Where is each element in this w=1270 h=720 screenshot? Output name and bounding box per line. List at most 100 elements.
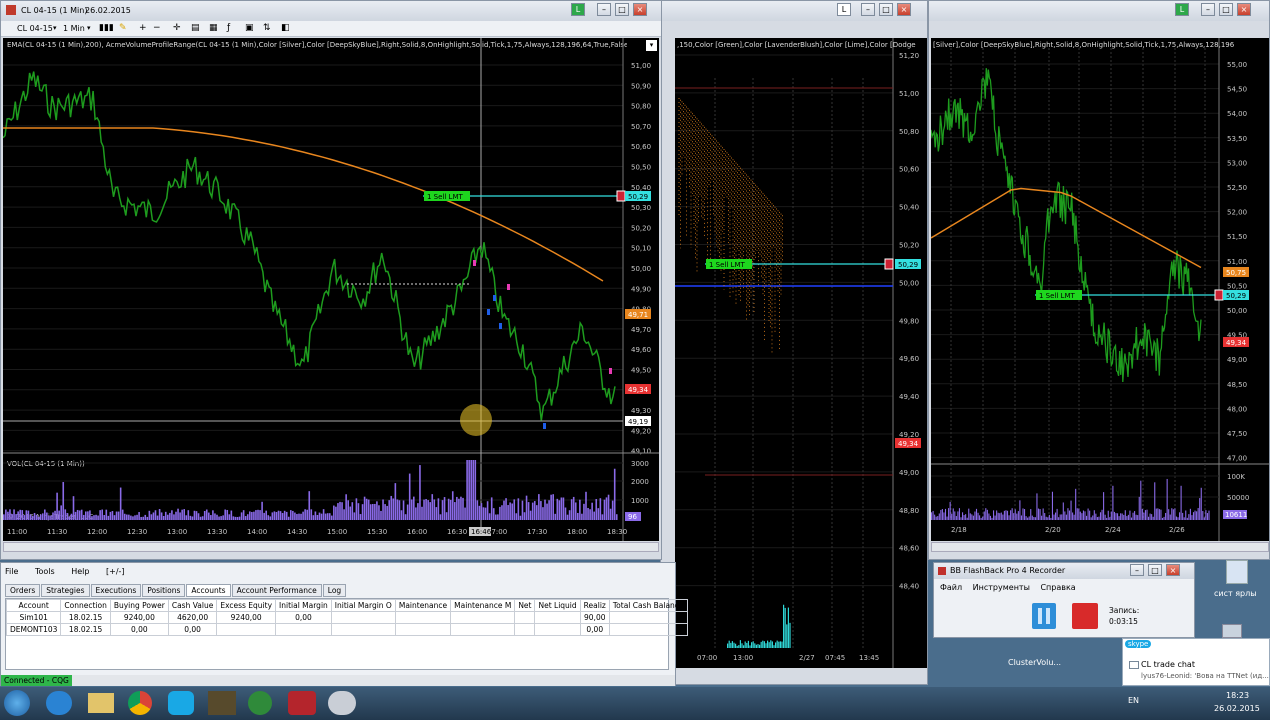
menu-toggle[interactable]: [+/-]: [106, 567, 125, 576]
language-indicator[interactable]: EN: [1128, 696, 1139, 705]
volume-bar: [365, 498, 368, 520]
volume-bar: [583, 503, 585, 520]
data-box-icon[interactable]: ▦: [209, 23, 218, 33]
chart3-scrollbar[interactable]: [931, 542, 1269, 552]
instrument-selector[interactable]: CL 04-15: [17, 24, 53, 33]
chart3-minimize-button[interactable]: –: [1201, 3, 1215, 16]
price-tag-label: 49,34: [898, 440, 919, 448]
chart-trader-icon[interactable]: ⇅: [263, 23, 271, 33]
chart2-maximize-button[interactable]: □: [879, 3, 893, 16]
volume-bar: [517, 498, 520, 520]
recorder-minimize-button[interactable]: –: [1130, 564, 1144, 576]
tab-positions[interactable]: Positions: [142, 584, 186, 597]
tab-account-performance[interactable]: Account Performance: [231, 584, 322, 597]
ninjatrader-icon[interactable]: [288, 691, 316, 715]
column-header[interactable]: Total Cash Balance: [608, 599, 688, 612]
zoom-out-icon[interactable]: −: [153, 23, 161, 33]
snapshot-icon[interactable]: ◧: [281, 23, 290, 33]
properties-icon[interactable]: ▤: [191, 23, 200, 33]
column-header[interactable]: Initial Margin: [275, 599, 332, 612]
volume-tag-label: 96: [628, 513, 637, 521]
table-row[interactable]: Sim101 18.02.15 9240,00 4620,00 9240,00 0,00 9…: [5, 611, 688, 624]
tab-accounts[interactable]: Accounts: [186, 584, 231, 597]
volume-bar: [384, 504, 386, 520]
tab-executions[interactable]: Executions: [90, 584, 142, 597]
menu-help[interactable]: Help: [71, 567, 89, 576]
column-header[interactable]: Buying Power: [109, 599, 169, 612]
column-header[interactable]: Cash Value: [167, 599, 218, 612]
chart1-menu-dropdown-icon[interactable]: ▾: [646, 40, 657, 51]
chart2-close-button[interactable]: ×: [897, 3, 911, 16]
tab-orders[interactable]: Orders: [5, 584, 41, 597]
chart1-scrollbar[interactable]: [3, 542, 659, 552]
skype-taskbar-icon[interactable]: [168, 691, 194, 715]
time-tick-label: 11:00: [7, 528, 27, 536]
volume-bar: [29, 514, 32, 520]
volume-bar: [454, 502, 456, 520]
recorder-menu-help[interactable]: Справка: [1040, 583, 1075, 592]
chart1-minimize-button[interactable]: –: [597, 3, 611, 16]
recorder-maximize-button[interactable]: □: [1148, 564, 1162, 576]
chart2-price-panel[interactable]: ,150,Color [Green],Color [LavenderBlush]…: [675, 38, 927, 668]
column-header[interactable]: Initial Margin O: [330, 599, 396, 612]
globe-icon[interactable]: [248, 691, 272, 715]
column-header[interactable]: Account: [5, 599, 62, 612]
recorder-menu: Файл Инструменты Справка: [940, 583, 1076, 592]
volume-bar: [1036, 493, 1038, 520]
menu-file[interactable]: File: [5, 567, 18, 576]
indicators-icon[interactable]: ƒ: [227, 23, 230, 33]
column-header[interactable]: Excess Equity: [216, 599, 277, 612]
explorer-icon[interactable]: [88, 693, 114, 713]
column-header[interactable]: Net Liquid: [534, 599, 581, 612]
interval-dropdown-icon[interactable]: ▾: [87, 24, 91, 32]
table-row[interactable]: DEMONT103 18.02.15 0,00 0,00 0,00: [5, 623, 688, 636]
desktop-icon-clustervolume[interactable]: ClusterVolu...: [1004, 640, 1064, 668]
interval-selector[interactable]: 1 Min: [63, 24, 85, 33]
recorder-close-button[interactable]: ×: [1166, 564, 1180, 576]
skype-notification[interactable]: skype CL trade chat lyus76-Leonid: 'Вова…: [1122, 638, 1270, 686]
bar-type-icon[interactable]: ▮▮▮: [99, 23, 114, 33]
chart1-maximize-button[interactable]: □: [615, 3, 629, 16]
tab-strategies[interactable]: Strategies: [41, 584, 90, 597]
tab-log[interactable]: Log: [322, 584, 347, 597]
volume-bar: [591, 502, 593, 520]
stop-button[interactable]: [1072, 603, 1098, 629]
recorder-menu-tools[interactable]: Инструменты: [973, 583, 1030, 592]
column-header[interactable]: Net: [514, 599, 536, 612]
chart3-link-button[interactable]: L: [1175, 3, 1189, 16]
draw-tool-icon[interactable]: ✎: [119, 23, 127, 33]
volume-bar: [341, 502, 343, 520]
chart3-price-panel[interactable]: [Silver],Color [DeepSkyBlue],Right,Solid…: [931, 38, 1269, 541]
chart1-link-button[interactable]: L: [571, 3, 585, 16]
chart3-close-button[interactable]: ×: [1237, 3, 1251, 16]
ie-icon[interactable]: [46, 691, 72, 715]
volume-bar: [138, 512, 140, 520]
zoom-in-icon[interactable]: +: [139, 23, 147, 33]
column-header[interactable]: Maintenance M: [450, 599, 516, 612]
instrument-dropdown-icon[interactable]: ▾: [53, 24, 57, 32]
strategies-icon[interactable]: ▣: [245, 23, 254, 33]
clock-time[interactable]: 18:23: [1226, 691, 1249, 700]
start-button[interactable]: [4, 690, 30, 716]
pause-button[interactable]: [1032, 603, 1056, 629]
clock-date[interactable]: 26.02.2015: [1214, 704, 1260, 713]
menu-tools[interactable]: Tools: [35, 567, 55, 576]
volume-bar: [183, 509, 185, 520]
price-tick-label: 50,00: [631, 265, 651, 273]
recycle-bin-icon[interactable]: [1222, 624, 1242, 638]
column-header[interactable]: Connection: [60, 599, 111, 612]
crosshair-icon[interactable]: ✛: [173, 23, 181, 33]
chrome-icon[interactable]: [128, 691, 152, 715]
chart3-maximize-button[interactable]: □: [1219, 3, 1233, 16]
recorder-menu-file[interactable]: Файл: [940, 583, 962, 592]
column-header[interactable]: Maintenance: [394, 599, 452, 612]
volume-bar: [982, 516, 984, 520]
world-of-tanks-icon[interactable]: [208, 691, 236, 715]
column-header[interactable]: Realiz: [579, 599, 610, 612]
chart1-close-button[interactable]: ×: [633, 3, 647, 16]
chart1-price-panel[interactable]: EMA(CL 04-15 (1 Min),200), AcmeVolumePro…: [3, 38, 659, 541]
chart2-link-button[interactable]: L: [837, 3, 851, 16]
recorder-taskbar-icon[interactable]: [328, 691, 356, 715]
chart2-minimize-button[interactable]: –: [861, 3, 875, 16]
desktop-icon-folder[interactable]: сист ярлы: [1210, 558, 1266, 602]
